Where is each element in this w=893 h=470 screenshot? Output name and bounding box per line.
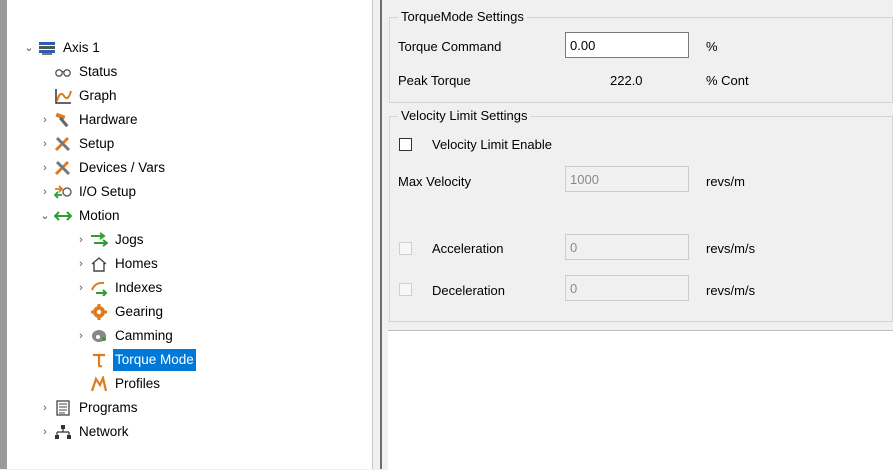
max-velocity-input[interactable] xyxy=(565,166,689,192)
deceleration-label: Deceleration xyxy=(432,283,505,298)
profile-icon xyxy=(89,375,109,393)
tree-panel: ⌄ Axis 1 Status Graph › Hardware › Setup xyxy=(0,0,372,469)
tree-item-label: Network xyxy=(79,424,129,439)
tree-item-label: Status xyxy=(79,64,118,79)
group-title: TorqueMode Settings xyxy=(398,9,527,24)
velocity-limit-enable-label: Velocity Limit Enable xyxy=(432,137,552,152)
chevron-right-icon[interactable]: › xyxy=(37,421,53,443)
graph-icon xyxy=(53,87,73,105)
torque-command-unit: % xyxy=(706,39,718,54)
deceleration-input[interactable] xyxy=(565,275,689,301)
max-velocity-unit: revs/m xyxy=(706,174,745,189)
tau-icon xyxy=(89,351,109,369)
tree-item-label: Setup xyxy=(79,136,115,151)
content-area xyxy=(388,330,893,470)
tree-item-indexes[interactable]: › Indexes xyxy=(73,277,164,299)
tree-item-label: Gearing xyxy=(115,304,164,319)
chevron-right-icon[interactable]: › xyxy=(73,277,89,299)
torque-mode-settings-group: TorqueMode Settings xyxy=(389,9,893,103)
tree-item-label: Torque Mode xyxy=(113,349,196,371)
chevron-right-icon[interactable]: › xyxy=(73,229,89,251)
acceleration-checkbox[interactable] xyxy=(399,242,412,255)
tree-item-torque-mode[interactable]: Torque Mode xyxy=(89,349,196,371)
acceleration-input[interactable] xyxy=(565,234,689,260)
tree-item-programs[interactable]: › Programs xyxy=(37,397,140,419)
network-icon xyxy=(53,423,73,441)
deceleration-unit: revs/m/s xyxy=(706,283,756,298)
tree-item-label: Axis 1 xyxy=(63,40,100,55)
chevron-right-icon[interactable]: › xyxy=(37,109,53,131)
tree-item-hardware[interactable]: › Hardware xyxy=(37,109,140,131)
tree-item-gearing[interactable]: Gearing xyxy=(89,301,165,323)
tree-item-label: Devices / Vars xyxy=(79,160,166,175)
tools-icon xyxy=(53,159,73,177)
peak-torque-unit: % Cont xyxy=(706,73,749,88)
torque-command-label: Torque Command xyxy=(398,39,502,54)
tree-item-motion[interactable]: ⌄ Motion xyxy=(37,205,122,227)
peak-torque-value: 222.0 xyxy=(610,73,643,88)
tree-item-label: Indexes xyxy=(115,280,163,295)
torque-command-input[interactable] xyxy=(565,32,689,58)
chevron-right-icon[interactable]: › xyxy=(37,133,53,155)
tree-item-jogs[interactable]: › Jogs xyxy=(73,229,146,251)
tree-item-label: Programs xyxy=(79,400,138,415)
tree-item-setup[interactable]: › Setup xyxy=(37,133,116,155)
cam-icon xyxy=(89,327,109,345)
tree-item-label: I/O Setup xyxy=(79,184,137,199)
tree-item-axis-1[interactable]: ⌄ Axis 1 xyxy=(21,37,102,59)
monitor-icon xyxy=(37,39,57,57)
tree-item-camming[interactable]: › Camming xyxy=(73,325,175,347)
chevron-right-icon[interactable]: › xyxy=(37,397,53,419)
document-icon xyxy=(53,399,73,417)
tree-item-status[interactable]: Status xyxy=(37,61,119,83)
tree-item-label: Graph xyxy=(79,88,117,103)
chevron-down-icon[interactable]: ⌄ xyxy=(37,205,53,227)
chevron-right-icon[interactable]: › xyxy=(73,253,89,275)
tree-item-label: Jogs xyxy=(115,232,144,247)
tree-item-devices-vars[interactable]: › Devices / Vars xyxy=(37,157,167,179)
tree-item-profiles[interactable]: Profiles xyxy=(89,373,162,395)
tree-item-network[interactable]: › Network xyxy=(37,421,131,443)
glasses-icon xyxy=(53,63,73,81)
acceleration-label: Acceleration xyxy=(432,241,504,256)
gear-icon xyxy=(89,303,109,321)
home-icon xyxy=(89,255,109,273)
tree-item-label: Hardware xyxy=(79,112,138,127)
peak-torque-label: Peak Torque xyxy=(398,73,471,88)
splitter-line xyxy=(380,0,382,469)
tree-item-label: Camming xyxy=(115,328,173,343)
group-title: Velocity Limit Settings xyxy=(398,108,531,123)
index-icon xyxy=(89,279,109,297)
acceleration-unit: revs/m/s xyxy=(706,241,756,256)
max-velocity-label: Max Velocity xyxy=(398,174,471,189)
chevron-right-icon[interactable]: › xyxy=(37,157,53,179)
tree-item-io-setup[interactable]: › I/O Setup xyxy=(37,181,138,203)
hammer-icon xyxy=(53,111,73,129)
chevron-right-icon[interactable]: › xyxy=(73,325,89,347)
double-arrow-icon xyxy=(53,207,73,225)
io-icon xyxy=(53,183,73,201)
tree-item-label: Homes xyxy=(115,256,158,271)
tools-icon xyxy=(53,135,73,153)
jog-arrows-icon xyxy=(89,231,109,249)
tree-item-homes[interactable]: › Homes xyxy=(73,253,160,275)
chevron-down-icon[interactable]: ⌄ xyxy=(21,37,37,59)
chevron-right-icon[interactable]: › xyxy=(37,181,53,203)
velocity-limit-enable-checkbox[interactable] xyxy=(399,138,412,151)
tree-item-label: Profiles xyxy=(115,376,161,391)
deceleration-checkbox[interactable] xyxy=(399,283,412,296)
tree-item-label: Motion xyxy=(79,208,120,223)
tree-item-graph[interactable]: Graph xyxy=(37,85,119,107)
